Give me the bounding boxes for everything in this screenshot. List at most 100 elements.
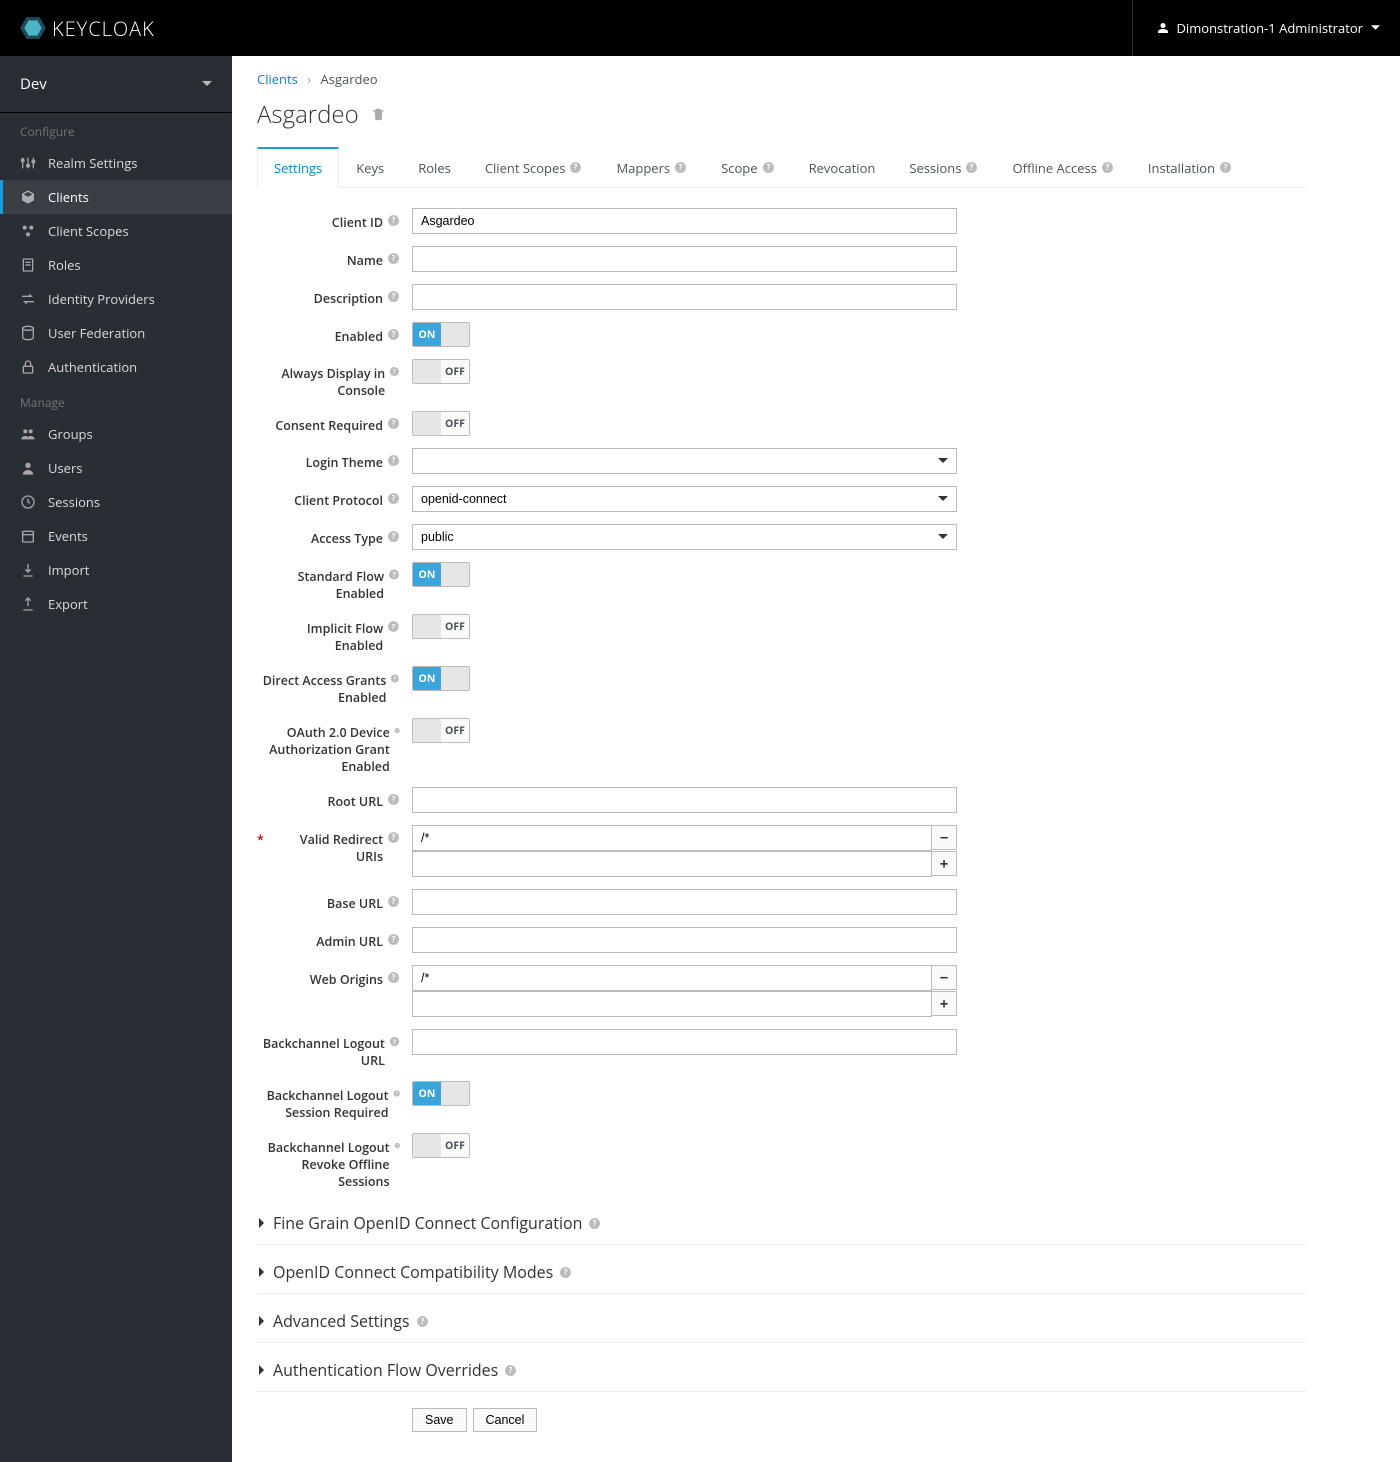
description-input[interactable]	[412, 284, 957, 310]
tab-installation[interactable]: Installation?	[1131, 147, 1249, 188]
standard-flow-toggle[interactable]: ONOFF	[412, 562, 470, 587]
help-icon[interactable]: ?	[387, 328, 400, 341]
section-fine-grain-openid-connect-configuration[interactable]: Fine Grain OpenID Connect Configuration …	[257, 1202, 1307, 1245]
base-url-input[interactable]	[412, 889, 957, 915]
section-advanced-settings[interactable]: Advanced Settings ?	[257, 1300, 1307, 1343]
help-icon[interactable]: ?	[1101, 161, 1114, 174]
help-icon[interactable]: ?	[588, 1217, 601, 1230]
help-icon[interactable]: ?	[387, 454, 400, 467]
help-icon[interactable]: ?	[762, 161, 775, 174]
sidebar-item-user-federation[interactable]: User Federation	[0, 316, 232, 350]
remove-origin-button[interactable]: −	[932, 965, 957, 990]
help-icon[interactable]: ?	[387, 933, 400, 946]
tab-revocation[interactable]: Revocation	[792, 147, 893, 188]
remove-redirect-button[interactable]: −	[932, 825, 957, 850]
sidebar-item-sessions[interactable]: Sessions	[0, 485, 232, 519]
help-icon[interactable]: ?	[569, 161, 582, 174]
tab-settings[interactable]: Settings	[257, 147, 339, 188]
trash-icon[interactable]	[371, 107, 386, 122]
cancel-button[interactable]: Cancel	[473, 1408, 538, 1432]
web-origins-input-new[interactable]	[412, 991, 932, 1017]
help-icon[interactable]: ?	[394, 1139, 400, 1152]
tab-roles[interactable]: Roles	[401, 147, 468, 188]
help-icon[interactable]: ?	[390, 672, 400, 685]
help-icon[interactable]: ?	[387, 793, 400, 806]
breadcrumb-root[interactable]: Clients	[257, 70, 298, 88]
help-icon[interactable]: ?	[387, 971, 400, 984]
section-title: Authentication Flow Overrides	[273, 1359, 498, 1381]
add-origin-button[interactable]: +	[932, 991, 957, 1016]
svg-text:?: ?	[392, 494, 396, 504]
tab-client-scopes[interactable]: Client Scopes?	[468, 147, 600, 188]
user-menu[interactable]: Dimonstration-1 Administrator	[1132, 0, 1381, 56]
help-icon[interactable]: ?	[387, 620, 400, 633]
help-icon[interactable]: ?	[504, 1364, 517, 1377]
help-icon[interactable]: ?	[416, 1315, 429, 1328]
help-icon[interactable]: ?	[965, 161, 978, 174]
backchannel-session-required-toggle[interactable]: ONOFF	[412, 1081, 470, 1106]
help-icon[interactable]: ?	[394, 724, 400, 737]
realm-selector[interactable]: Dev	[0, 56, 232, 113]
svg-text:?: ?	[392, 532, 396, 542]
sidebar-item-roles[interactable]: Roles	[0, 248, 232, 282]
logo[interactable]: KEYCLOAK	[20, 15, 155, 42]
sidebar-item-client-scopes[interactable]: Client Scopes	[0, 214, 232, 248]
help-icon[interactable]: ?	[1219, 161, 1232, 174]
admin-url-input[interactable]	[412, 927, 957, 953]
name-input[interactable]	[412, 246, 957, 272]
help-icon[interactable]: ?	[387, 895, 400, 908]
tab-scope[interactable]: Scope?	[704, 147, 791, 188]
sidebar-item-authentication[interactable]: Authentication	[0, 350, 232, 384]
tab-mappers[interactable]: Mappers?	[599, 147, 704, 188]
sidebar-item-realm-settings[interactable]: Realm Settings	[0, 146, 232, 180]
sidebar-item-export[interactable]: Export	[0, 587, 232, 621]
help-icon[interactable]: ?	[387, 417, 400, 430]
sidebar-item-import[interactable]: Import	[0, 553, 232, 587]
valid-redirect-input[interactable]	[412, 825, 932, 851]
implicit-flow-toggle[interactable]: ONOFF	[412, 614, 470, 639]
client-protocol-select[interactable]: openid-connect	[412, 486, 957, 512]
tab-label: Client Scopes	[485, 159, 566, 177]
tab-offline-access[interactable]: Offline Access?	[995, 147, 1130, 188]
help-icon[interactable]: ?	[387, 252, 400, 265]
backchannel-logout-url-input[interactable]	[412, 1029, 957, 1055]
help-icon[interactable]: ?	[559, 1266, 572, 1279]
add-redirect-button[interactable]: +	[932, 851, 957, 876]
client-id-input[interactable]	[412, 208, 957, 234]
tab-keys[interactable]: Keys	[339, 147, 401, 188]
tab-label: Keys	[356, 159, 384, 177]
help-icon[interactable]: ?	[389, 1035, 400, 1048]
sidebar-item-events[interactable]: Events	[0, 519, 232, 553]
valid-redirect-input-new[interactable]	[412, 851, 932, 877]
section-authentication-flow-overrides[interactable]: Authentication Flow Overrides ?	[257, 1349, 1307, 1392]
help-icon[interactable]: ?	[387, 831, 400, 844]
help-icon[interactable]: ?	[388, 568, 400, 581]
oauth-device-toggle[interactable]: ONOFF	[412, 718, 470, 743]
help-icon[interactable]: ?	[387, 492, 400, 505]
help-icon[interactable]: ?	[389, 365, 400, 378]
backchannel-revoke-offline-toggle[interactable]: ONOFF	[412, 1133, 470, 1158]
sidebar-item-identity-providers[interactable]: Identity Providers	[0, 282, 232, 316]
help-icon[interactable]: ?	[387, 290, 400, 303]
direct-access-toggle[interactable]: ONOFF	[412, 666, 470, 691]
help-icon[interactable]: ?	[387, 214, 400, 227]
help-icon[interactable]: ?	[387, 530, 400, 543]
section-openid-connect-compatibility-modes[interactable]: OpenID Connect Compatibility Modes ?	[257, 1251, 1307, 1294]
label-client-protocol: Client Protocol?	[257, 486, 412, 509]
tab-sessions[interactable]: Sessions?	[892, 147, 995, 188]
help-icon[interactable]: ?	[674, 161, 687, 174]
consent-required-toggle[interactable]: ONOFF	[412, 411, 470, 436]
sidebar-item-groups[interactable]: Groups	[0, 417, 232, 451]
web-origins-input[interactable]	[412, 965, 932, 991]
sidebar-item-users[interactable]: Users	[0, 451, 232, 485]
root-url-input[interactable]	[412, 787, 957, 813]
login-theme-select[interactable]	[412, 448, 957, 474]
help-icon[interactable]: ?	[393, 1087, 400, 1100]
clock-icon	[20, 494, 36, 510]
access-type-select[interactable]: public	[412, 524, 957, 550]
save-button[interactable]: Save	[412, 1408, 467, 1432]
svg-text:?: ?	[1106, 163, 1110, 173]
sidebar-item-clients[interactable]: Clients	[0, 180, 232, 214]
enabled-toggle[interactable]: ONOFF	[412, 322, 470, 347]
always-display-toggle[interactable]: ONOFF	[412, 359, 470, 384]
